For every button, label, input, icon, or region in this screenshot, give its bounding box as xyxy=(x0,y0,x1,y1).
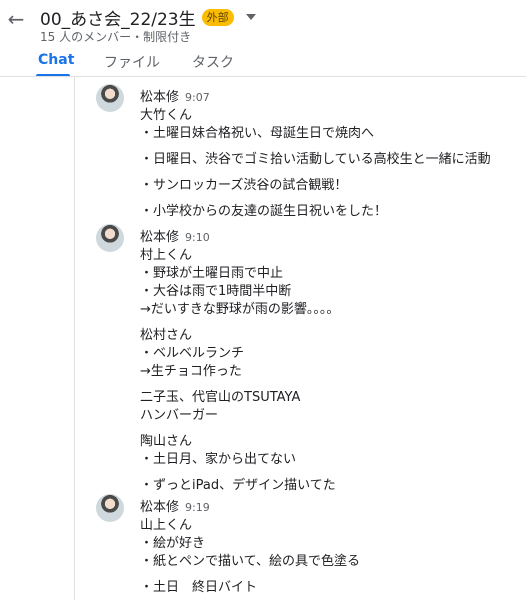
tab-bar: Chat ファイル タスク xyxy=(0,52,526,76)
message-line: ハンバーガー xyxy=(140,408,219,423)
message-line: ・土曜日妹合格祝い、母誕生日で焼肉へ xyxy=(140,126,375,141)
message-header: 松本修 9:10 xyxy=(140,226,210,245)
space-subtitle: 15 人のメンバー・制限付き xyxy=(40,30,192,44)
message-line: ・日曜日、渋谷でゴミ拾い活動している高校生と一緒に活動 xyxy=(140,152,491,167)
external-badge: 外部 xyxy=(201,8,234,26)
message-line: ・サンロッカーズ渋谷の試合観戦！ xyxy=(140,178,348,193)
message-body: 村上くん ・野球が土曜日雨で中止 ・大谷は雨で1時間半中断 →だいすきな野球が雨… xyxy=(140,247,520,495)
message-header: 松本修 9:07 xyxy=(140,86,210,105)
tab-tasks[interactable]: タスク xyxy=(192,52,234,72)
message-body: 山上くん ・絵が好き ・紙とペンで描いて、絵の具で色塗る ・土日 終日バイト xyxy=(140,517,520,597)
chevron-down-icon[interactable] xyxy=(245,14,256,20)
sender-name[interactable]: 松本修 xyxy=(140,86,179,105)
message-line: 陶山さん xyxy=(140,434,193,449)
timestamp: 9:10 xyxy=(185,231,210,244)
message-line: 二子玉、代官山のTSUTAYA xyxy=(140,390,301,405)
header-divider xyxy=(0,76,526,77)
message-line: 村上くん xyxy=(140,248,193,263)
message-line: 大竹くん xyxy=(140,108,193,123)
chat-header: ← 00_あさ会_22/23生 外部 15 人のメンバー・制限付き Chat フ… xyxy=(0,0,526,77)
message-line: 山上くん xyxy=(140,518,193,533)
message-line: ・絵が好き xyxy=(140,536,206,551)
message-line: →だいすきな野球が雨の影響。。。。 xyxy=(140,302,340,317)
space-title: 00_あさ会_22/23生 xyxy=(40,9,196,30)
message-line: ・土日月、家から出てない xyxy=(140,452,297,467)
avatar[interactable] xyxy=(96,224,124,252)
message-line: ・土日 終日バイト xyxy=(140,580,258,595)
message: 松本修 9:10 村上くん ・野球が土曜日雨で中止 ・大谷は雨で1時間半中断 →… xyxy=(0,222,526,493)
message-line: ・野球が土曜日雨で中止 xyxy=(140,266,284,281)
timestamp: 9:19 xyxy=(185,501,210,514)
message-line: ・小学校からの友達の誕生日祝いをした！ xyxy=(140,204,388,219)
avatar[interactable] xyxy=(96,494,124,522)
message-header: 松本修 9:19 xyxy=(140,496,210,515)
message-line: →生チョコ作った xyxy=(140,364,242,379)
space-title-row[interactable]: 00_あさ会_22/23生 外部 xyxy=(40,5,256,30)
message-line: ・ベルベルランチ xyxy=(140,346,245,361)
sender-name[interactable]: 松本修 xyxy=(140,226,179,245)
tab-files[interactable]: ファイル xyxy=(104,52,160,72)
timestamp: 9:07 xyxy=(185,91,210,104)
back-arrow-icon[interactable]: ← xyxy=(3,6,29,32)
message-line: ・大谷は雨で1時間半中断 xyxy=(140,284,292,299)
message-line: ・紙とペンで描いて、絵の具で色塗る xyxy=(140,554,360,569)
tab-chat[interactable]: Chat xyxy=(38,52,74,68)
message: 松本修 9:07 大竹くん ・土曜日妹合格祝い、母誕生日で焼肉へ ・日曜日、渋谷… xyxy=(0,82,526,219)
message-body: 大竹くん ・土曜日妹合格祝い、母誕生日で焼肉へ ・日曜日、渋谷でゴミ拾い活動して… xyxy=(140,107,520,221)
sender-name[interactable]: 松本修 xyxy=(140,496,179,515)
message-line: 松村さん xyxy=(140,328,193,343)
avatar[interactable] xyxy=(96,84,124,112)
message: 松本修 9:19 山上くん ・絵が好き ・紙とペンで描いて、絵の具で色塗る ・土… xyxy=(0,492,526,600)
